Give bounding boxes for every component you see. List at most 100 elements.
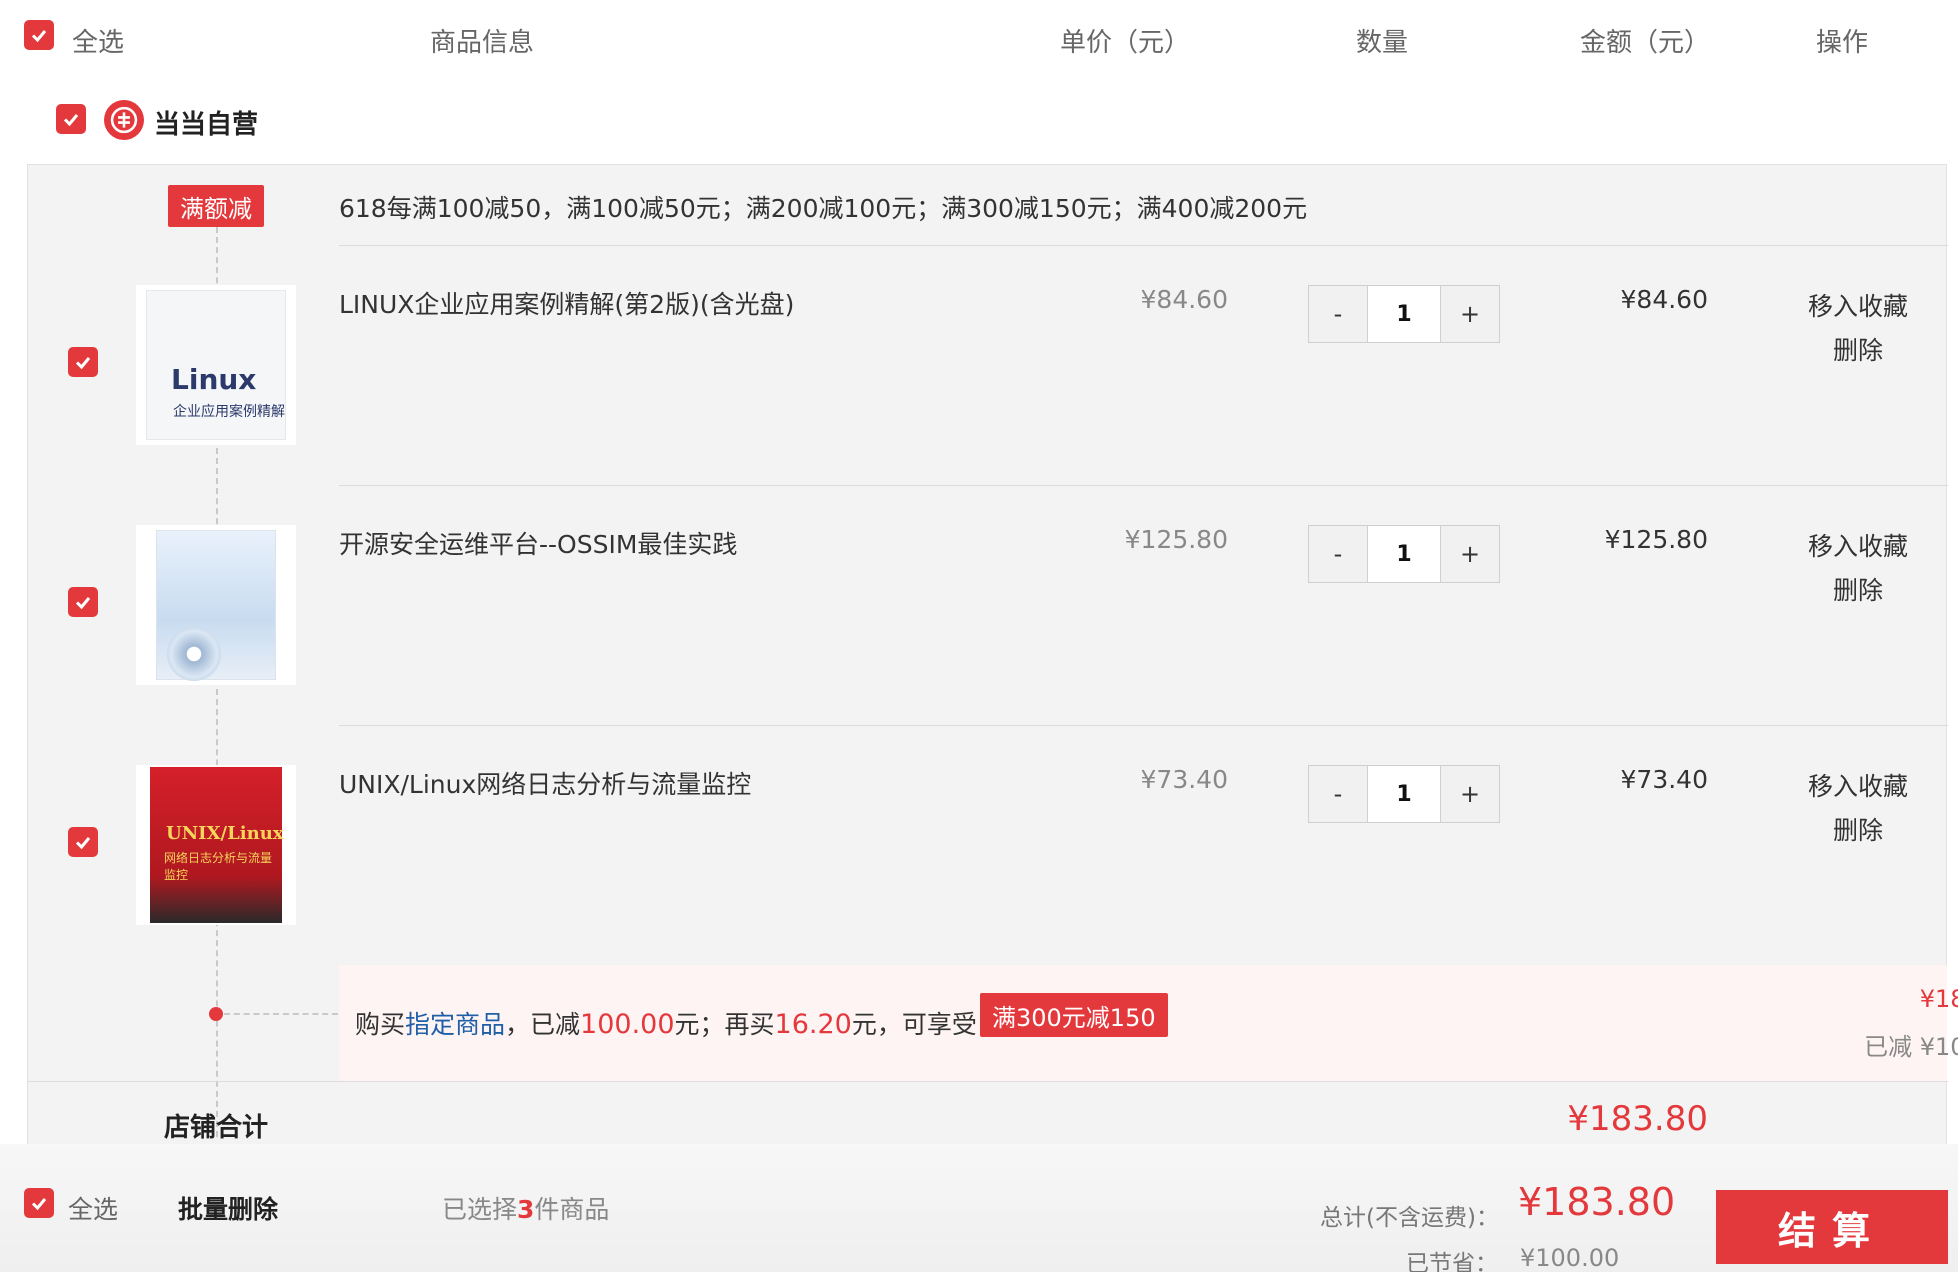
delete-link[interactable]: 删除	[1788, 809, 1928, 853]
book-cover-linux: Linux 企业应用案例精解	[146, 290, 286, 440]
column-unit-price: 单价（元）	[1060, 28, 1191, 58]
shop-checkbox[interactable]	[56, 104, 86, 134]
selected-prefix: 已选择	[442, 1195, 518, 1224]
quantity-input[interactable]: 1	[1367, 766, 1441, 822]
unit-price: ¥73.40	[1140, 765, 1228, 794]
quantity-stepper: - 1 +	[1308, 765, 1500, 823]
product-thumbnail[interactable]	[136, 525, 296, 685]
saved-label: 已节省：	[1406, 1251, 1498, 1272]
increase-button[interactable]: +	[1441, 526, 1499, 582]
product-name[interactable]: 开源安全运维平台--OSSIM最佳实践	[339, 525, 737, 561]
shop-name[interactable]: 当当自营	[154, 104, 258, 141]
shop-total-label: 店铺合计	[164, 1113, 269, 1143]
column-quantity: 数量	[1356, 28, 1409, 58]
unit-price: ¥125.80	[1124, 525, 1228, 554]
product-name[interactable]: UNIX/Linux网络日志分析与流量监控	[339, 765, 751, 801]
unit-price: ¥84.60	[1140, 285, 1228, 314]
promo-tag: 满额减	[168, 185, 264, 227]
shop-total-amount: ¥183.80	[1567, 1099, 1708, 1139]
connector-dash	[224, 1013, 338, 1015]
delete-link[interactable]: 删除	[1788, 329, 1928, 373]
column-product-info: 商品信息	[430, 28, 535, 58]
product-name[interactable]: LINUX企业应用案例精解(第2版)(含光盘)	[339, 285, 794, 321]
saved-amount: ¥100.00	[1520, 1244, 1620, 1272]
selected-count-text: 已选择3件商品	[442, 1190, 609, 1226]
check-icon	[75, 597, 91, 610]
item-operations: 移入收藏 删除	[1788, 765, 1928, 853]
check-icon	[31, 30, 47, 43]
move-to-favorites-link[interactable]: 移入收藏	[1788, 765, 1928, 809]
cart-header: 全选 商品信息 单价（元） 数量 金额（元） 操作	[0, 0, 1958, 82]
item-operations: 移入收藏 删除	[1788, 285, 1928, 373]
delete-link[interactable]: 删除	[1788, 569, 1928, 613]
decrease-button[interactable]: -	[1309, 526, 1367, 582]
quantity-input[interactable]: 1	[1367, 286, 1441, 342]
product-thumbnail[interactable]: Linux 企业应用案例精解	[136, 285, 296, 445]
item-divider	[339, 485, 1948, 486]
checkout-bar: 全选 批量删除 已选择3件商品 总计(不含运费)： ¥183.80 已节省： ¥…	[0, 1144, 1958, 1272]
cart-item: UNIX/Linux 网络日志分析与流量监控 UNIX/Linux网络日志分析与…	[28, 725, 1948, 965]
batch-delete-button[interactable]: 批量删除	[178, 1190, 278, 1226]
selected-count: 3	[517, 1195, 535, 1224]
item-divider	[339, 245, 1948, 246]
dangdang-logo-icon	[104, 100, 144, 140]
quantity-stepper: - 1 +	[1308, 525, 1500, 583]
decrease-button[interactable]: -	[1309, 766, 1367, 822]
discount-summary: 购买指定商品，已减100.00元；再买16.20元，可享受 满300元减150 …	[339, 965, 1958, 1081]
move-to-favorites-link[interactable]: 移入收藏	[1788, 525, 1928, 569]
product-thumbnail[interactable]: UNIX/Linux 网络日志分析与流量监控	[136, 765, 296, 925]
total-amount: ¥183.80	[1518, 1180, 1676, 1224]
item-divider	[339, 725, 1948, 726]
item-amount: ¥84.60	[1620, 285, 1708, 314]
group-saved: 已减 ¥100.00	[1864, 1033, 1958, 1061]
cover-subtitle: 网络日志分析与流量监控	[164, 851, 273, 882]
quantity-stepper: - 1 +	[1308, 285, 1500, 343]
item-checkbox[interactable]	[68, 827, 98, 857]
shop-total-divider	[28, 1081, 1948, 1082]
increase-button[interactable]: +	[1441, 286, 1499, 342]
designated-products-link[interactable]: 指定商品	[405, 1010, 505, 1039]
item-checkbox[interactable]	[68, 587, 98, 617]
discount-mid3: 元，可享受	[851, 1010, 977, 1039]
cover-title: Linux	[171, 363, 257, 396]
discount-mid2: 元；再买	[674, 1010, 775, 1039]
checkout-button[interactable]: 结算	[1716, 1190, 1948, 1264]
select-all-label: 全选	[72, 28, 125, 58]
check-icon	[31, 1198, 47, 1211]
column-amount: 金额（元）	[1580, 28, 1711, 58]
decrease-button[interactable]: -	[1309, 286, 1367, 342]
check-icon	[63, 114, 79, 127]
shop-header: 当当自营	[0, 96, 1958, 166]
cover-title: UNIX/Linux	[166, 823, 284, 844]
discount-text: 购买指定商品，已减100.00元；再买16.20元，可享受	[355, 1005, 977, 1041]
item-amount: ¥125.80	[1604, 525, 1708, 554]
quantity-input[interactable]: 1	[1367, 526, 1441, 582]
buy-more-amount: 16.20	[774, 1009, 852, 1040]
move-to-favorites-link[interactable]: 移入收藏	[1788, 285, 1928, 329]
cover-subtitle: 企业应用案例精解	[173, 404, 285, 420]
item-operations: 移入收藏 删除	[1788, 525, 1928, 613]
select-all-checkbox[interactable]	[24, 20, 54, 50]
book-cover-unix: UNIX/Linux 网络日志分析与流量监控	[150, 767, 284, 923]
cd-disc-icon	[167, 627, 221, 681]
discount-tier-badge[interactable]: 满300元减150	[980, 993, 1168, 1037]
item-checkbox[interactable]	[68, 347, 98, 377]
check-icon	[75, 837, 91, 850]
group-total: ¥183.80	[1919, 985, 1958, 1013]
connector-dot	[209, 1007, 223, 1021]
footer-select-all-checkbox[interactable]	[24, 1188, 54, 1218]
cart-item: 开源安全运维平台--OSSIM最佳实践 ¥125.80 - 1 + ¥125.8…	[28, 485, 1948, 725]
discount-prefix: 购买	[355, 1010, 406, 1039]
item-amount: ¥73.40	[1620, 765, 1708, 794]
footer-select-all-label[interactable]: 全选	[68, 1190, 118, 1226]
book-cover-ossim	[156, 530, 276, 681]
cart-item: Linux 企业应用案例精解 LINUX企业应用案例精解(第2版)(含光盘) ¥…	[28, 245, 1948, 485]
promo-text: 618每满100减50，满100减50元；满200减100元；满300减150元…	[339, 194, 1308, 223]
check-icon	[75, 357, 91, 370]
discount-mid1: ，已减	[505, 1010, 581, 1039]
shop-panel: 满额减 618每满100减50，满100减50元；满200减100元；满300减…	[27, 164, 1958, 1172]
total-label: 总计(不含运费)：	[1320, 1205, 1499, 1231]
reduced-amount: 100.00	[580, 1009, 675, 1040]
increase-button[interactable]: +	[1441, 766, 1499, 822]
selected-suffix: 件商品	[534, 1195, 610, 1224]
